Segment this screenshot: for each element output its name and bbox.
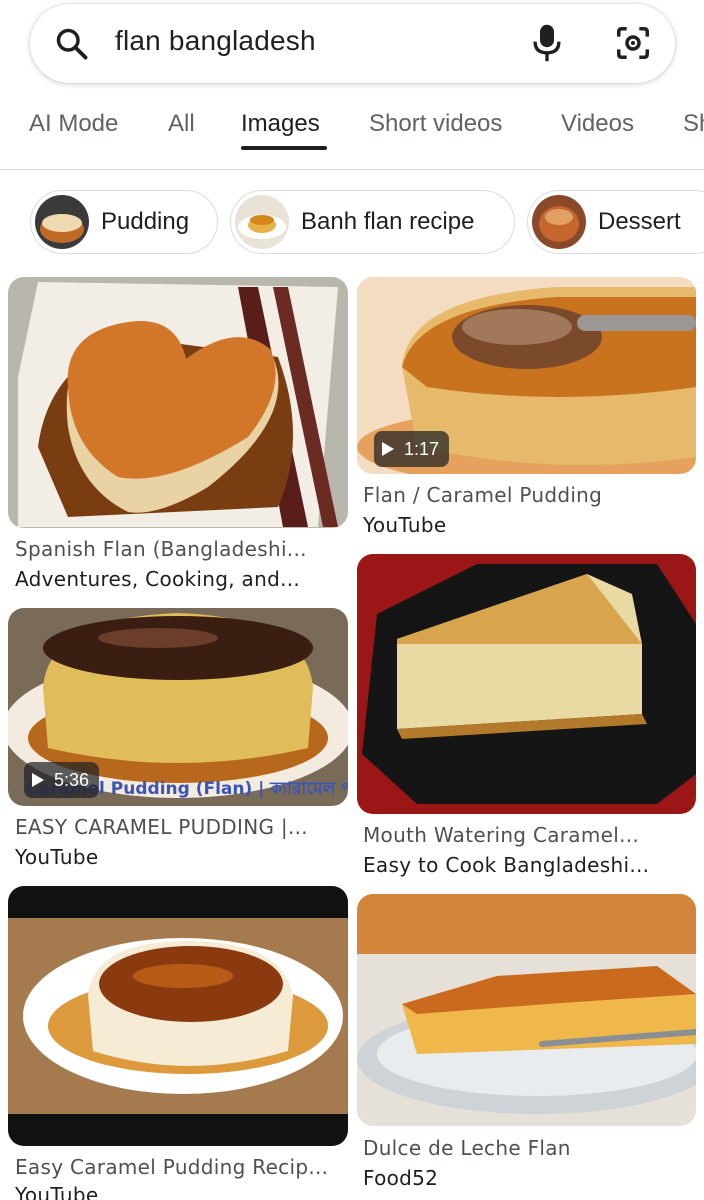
result-source: YouTube xyxy=(363,513,447,537)
chip-thumbnail xyxy=(35,195,89,249)
active-tab-indicator xyxy=(241,146,327,150)
chip-label: Dessert xyxy=(598,208,681,235)
search-bar[interactable]: flan bangladesh xyxy=(30,4,675,83)
result-image-dulce-de-leche-flan[interactable] xyxy=(357,894,696,1126)
chip-label: Pudding xyxy=(101,208,190,235)
search-tabs: AI Mode All Images Short videos Videos S… xyxy=(0,98,704,170)
play-icon xyxy=(32,773,44,787)
tab-images[interactable]: Images xyxy=(241,110,320,138)
flan-slice-photo xyxy=(357,554,696,814)
microphone-icon[interactable] xyxy=(530,22,564,64)
video-duration-badge: 1:17 xyxy=(374,431,450,467)
tab-all[interactable]: All xyxy=(168,110,195,138)
tab-shopping[interactable]: Sh xyxy=(683,110,704,138)
result-image-spanish-flan[interactable] xyxy=(8,277,348,528)
result-image-mouth-watering-caramel[interactable] xyxy=(357,554,696,814)
result-source: YouTube xyxy=(15,845,99,869)
heart-flan-photo xyxy=(8,277,348,528)
chip-pudding[interactable]: Pudding xyxy=(30,190,218,254)
chip-dessert[interactable]: Dessert xyxy=(527,190,704,254)
video-duration: 5:36 xyxy=(54,769,90,790)
result-title[interactable]: EASY CARAMEL PUDDING |... xyxy=(15,815,308,839)
refinement-chips: Pudding Banh flan recipe Dessert xyxy=(0,180,704,270)
chip-label: Banh flan recipe xyxy=(301,208,475,235)
play-icon xyxy=(382,442,394,456)
result-title[interactable]: Easy Caramel Pudding Recip... xyxy=(15,1155,328,1179)
video-duration: 1:17 xyxy=(404,438,440,459)
chip-banh-flan-recipe[interactable]: Banh flan recipe xyxy=(230,190,515,254)
search-input[interactable]: flan bangladesh xyxy=(115,25,316,57)
result-source: Easy to Cook Bangladeshi... xyxy=(363,853,650,877)
search-icon[interactable] xyxy=(54,26,90,62)
result-title[interactable]: Flan / Caramel Pudding xyxy=(363,483,602,507)
video-duration-badge: 5:36 xyxy=(24,762,100,798)
result-source: Food52 xyxy=(363,1166,439,1190)
result-source: Adventures, Cooking, and... xyxy=(15,567,301,591)
result-title[interactable]: Spanish Flan (Bangladeshi... xyxy=(15,537,307,561)
chip-thumbnail xyxy=(235,195,289,249)
chip-thumbnail xyxy=(532,195,586,249)
result-title[interactable]: Dulce de Leche Flan xyxy=(363,1136,571,1160)
tab-short-videos[interactable]: Short videos xyxy=(369,110,502,138)
google-lens-icon[interactable] xyxy=(614,24,652,62)
result-source: YouTube xyxy=(15,1183,99,1200)
tab-videos[interactable]: Videos xyxy=(561,110,634,138)
result-title[interactable]: Mouth Watering Caramel... xyxy=(363,823,639,847)
flan-on-glass-plate-photo xyxy=(357,894,696,1126)
result-image-easy-caramel-pudding-recipe[interactable] xyxy=(8,886,348,1146)
pudding-on-plate-photo xyxy=(8,886,348,1146)
tab-ai-mode[interactable]: AI Mode xyxy=(29,110,118,138)
